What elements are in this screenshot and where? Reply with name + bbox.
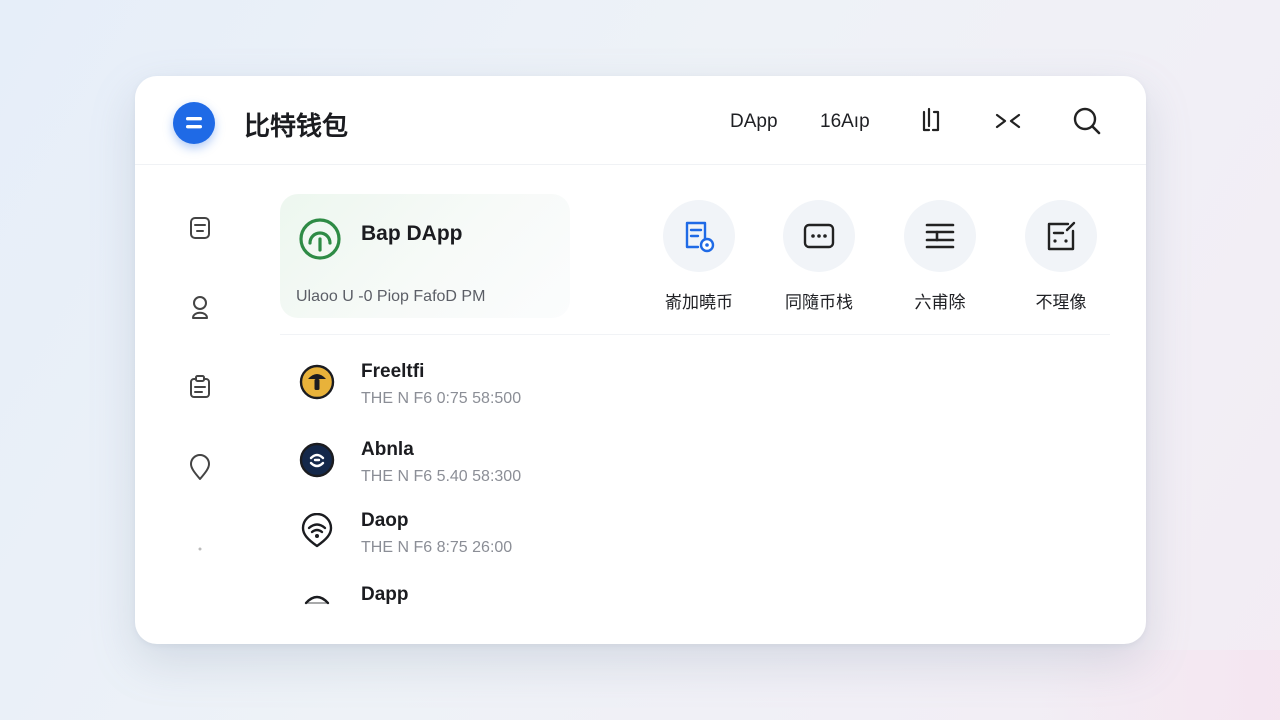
featured-dapp-card[interactable]: Bap DApp Ulaoo U -0 Piop FafoD PM <box>280 194 570 318</box>
list-item-meta: THE N F6 0:75 58:500 <box>361 390 522 407</box>
receipt-coin-icon <box>685 221 715 253</box>
abnla-token-icon <box>299 442 335 478</box>
action-label-1: 同隨币栈 <box>785 293 853 312</box>
list-item-name: Abnla <box>361 439 414 460</box>
list-item-name: Daop <box>361 510 409 531</box>
sidebar-user-icon[interactable] <box>185 292 215 322</box>
freeltfi-token-icon <box>299 364 335 400</box>
calendar-edit-icon <box>1047 221 1076 251</box>
list-item-dapp[interactable]: Dapp <box>295 583 615 643</box>
header-bar: 比特钱包 DApp 16Aıp <box>135 76 1146 165</box>
search-icon[interactable] <box>1070 104 1104 138</box>
list-lines-icon <box>925 223 955 249</box>
list-item-meta: THE N F6 8:75 26:00 <box>361 539 513 556</box>
swap-arrows-icon[interactable] <box>991 104 1025 138</box>
list-item-freeltfi[interactable]: Freeltfi THE N F6 0:75 58:500 <box>295 360 615 420</box>
action-button-2[interactable] <box>904 200 976 272</box>
background-glow <box>1040 650 1280 720</box>
sidebar-clipboard-icon[interactable] <box>185 372 215 402</box>
sidebar-more-icon[interactable] <box>185 534 215 564</box>
action-button-3[interactable] <box>1025 200 1097 272</box>
daop-token-icon <box>301 513 333 548</box>
featured-dapp-icon <box>299 218 341 260</box>
list-item-name: Dapp <box>361 584 409 605</box>
nav-link-16aip[interactable]: 16Aıp <box>820 111 870 133</box>
sidebar-location-icon[interactable] <box>185 452 215 482</box>
scan-bracket-icon[interactable] <box>914 104 948 138</box>
list-item-name: Freeltfi <box>361 361 425 382</box>
nav-link-dapp[interactable]: DApp <box>730 111 778 133</box>
list-item-meta: THE N F6 5.40 58:300 <box>361 468 522 485</box>
action-button-1[interactable] <box>783 200 855 272</box>
dapp-token-icon <box>304 595 330 605</box>
section-divider <box>280 334 1110 335</box>
app-title: 比特钱包 <box>244 111 349 141</box>
action-button-0[interactable] <box>663 200 735 272</box>
menu-lines-icon <box>186 117 202 129</box>
list-item-abnla[interactable]: Abnla THE N F6 5.40 58:300 <box>295 438 615 498</box>
wallet-logo[interactable] <box>173 102 215 144</box>
action-label-2: 六甫除 <box>914 293 966 312</box>
wallet-window: 比特钱包 DApp 16Aıp Bap DApp Ulaoo U -0 Piop… <box>135 76 1146 644</box>
featured-dapp-title: Bap DApp <box>361 222 463 245</box>
sidebar-wallet-icon[interactable] <box>185 213 215 243</box>
card-dots-icon <box>803 223 835 249</box>
action-label-0: 嵛加曉币 <box>665 293 733 312</box>
featured-dapp-subtitle: Ulaoo U -0 Piop FafoD PM <box>296 288 486 305</box>
action-label-3: 不瑆像 <box>1035 293 1087 312</box>
list-item-daop[interactable]: Daop THE N F6 8:75 26:00 <box>295 509 615 569</box>
